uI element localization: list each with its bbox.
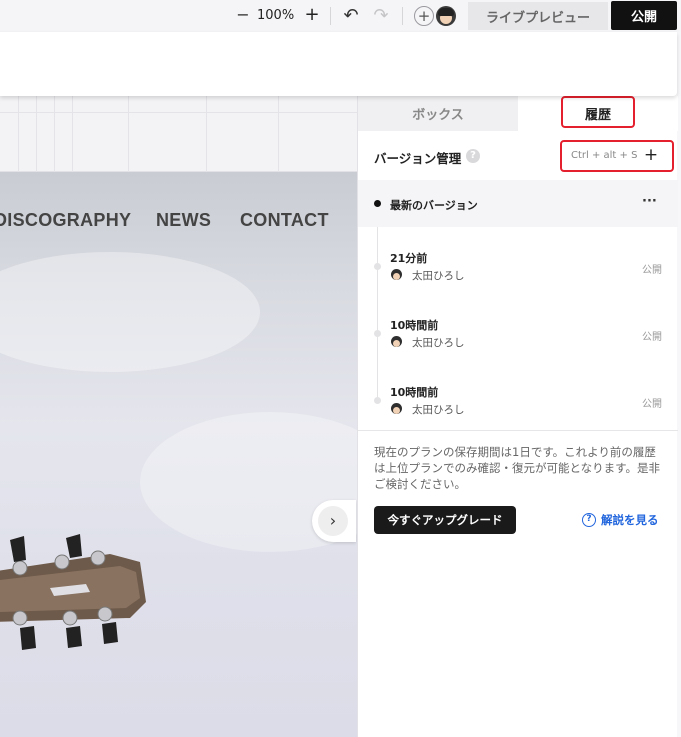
more-icon[interactable]: ··· [642, 194, 657, 209]
nav-discography[interactable]: DISCOGRAPHY [0, 210, 131, 231]
toolbar-divider [330, 7, 331, 25]
top-toolbar: − 100% + ↶ ↷ + ライブプレビュー 公開 [0, 0, 681, 32]
ruler-line [128, 96, 129, 172]
redo-icon[interactable]: ↷ [370, 6, 392, 26]
question-circle-icon: ? [582, 513, 596, 527]
upgrade-button[interactable]: 今すぐアップグレード [374, 506, 516, 534]
timeline-dot-active [374, 200, 381, 207]
undo-icon[interactable]: ↶ [340, 6, 362, 26]
version-entry[interactable]: 21分前 太田ひろし 公開 [358, 230, 678, 297]
zoom-out-icon[interactable]: − [234, 6, 252, 24]
version-entry[interactable]: 10時間前 太田ひろし 公開 [358, 364, 678, 431]
sky-cloud [0, 252, 260, 372]
publish-button[interactable]: 公開 [611, 1, 677, 30]
ruler-line [206, 96, 207, 172]
ruler-line [278, 96, 279, 172]
user-avatar[interactable] [436, 6, 456, 26]
highlight-annotation [560, 140, 674, 172]
timeline-dot [374, 330, 381, 337]
version-time: 10時間前 [390, 319, 439, 332]
avatar-hair [438, 8, 454, 16]
nav-news[interactable]: NEWS [156, 210, 211, 231]
history-panel: ボックス 履歴 バージョン管理 ? Ctrl + alt + S + 最新のバー… [357, 96, 678, 737]
version-time: 10時間前 [390, 386, 439, 399]
latest-version-label: 最新のバージョン [390, 199, 478, 212]
plan-retention-notice: 現在のプランの保存期間は1日です。これより前の履歴は上位プランでのみ確認・復元が… [374, 445, 661, 491]
ruler-line [54, 96, 55, 172]
version-status: 公開 [642, 399, 662, 410]
version-status: 公開 [642, 332, 662, 343]
guide-link-label: 解説を見る [601, 513, 659, 527]
floating-settings-panel [0, 32, 677, 96]
ruler-line [72, 96, 73, 172]
version-management-title: バージョン管理 [374, 151, 462, 166]
timeline-dot [374, 263, 381, 270]
add-collaborator-icon[interactable]: + [414, 6, 434, 26]
user-avatar-icon [391, 403, 402, 414]
toolbar-divider [402, 7, 403, 25]
avatar-face [393, 340, 400, 347]
version-time: 21分前 [390, 252, 428, 265]
divider [358, 430, 678, 431]
version-entry[interactable]: 10時間前 太田ひろし 公開 [358, 297, 678, 364]
nav-contact[interactable]: CONTACT [240, 210, 329, 231]
timeline-dot [374, 397, 381, 404]
ruler-line [36, 96, 37, 172]
zoom-in-icon[interactable]: + [303, 5, 321, 25]
website-canvas[interactable]: DISCOGRAPHY NEWS CONTACT › [0, 172, 358, 737]
guide-link[interactable]: ? 解説を見る [582, 512, 659, 528]
version-author: 太田ひろし [412, 337, 465, 349]
chevron-right-icon: › [318, 506, 348, 536]
live-preview-button[interactable]: ライブプレビュー [468, 2, 608, 30]
slider-next-button[interactable]: › [312, 500, 356, 542]
guitar-headstock-image [0, 534, 146, 650]
canvas-ruler [0, 96, 358, 172]
version-author: 太田ひろし [412, 270, 465, 282]
help-icon[interactable]: ? [466, 149, 480, 163]
latest-version-row[interactable]: 最新のバージョン ··· [358, 180, 678, 227]
avatar-face [393, 407, 400, 414]
tab-box[interactable]: ボックス [358, 96, 518, 131]
zoom-level[interactable]: 100% [257, 8, 294, 23]
ruler-line [18, 96, 19, 172]
user-avatar-icon [391, 269, 402, 280]
version-status: 公開 [642, 265, 662, 276]
avatar-face [393, 273, 400, 280]
highlight-annotation [561, 96, 635, 128]
version-author: 太田ひろし [412, 404, 465, 416]
user-avatar-icon [391, 336, 402, 347]
